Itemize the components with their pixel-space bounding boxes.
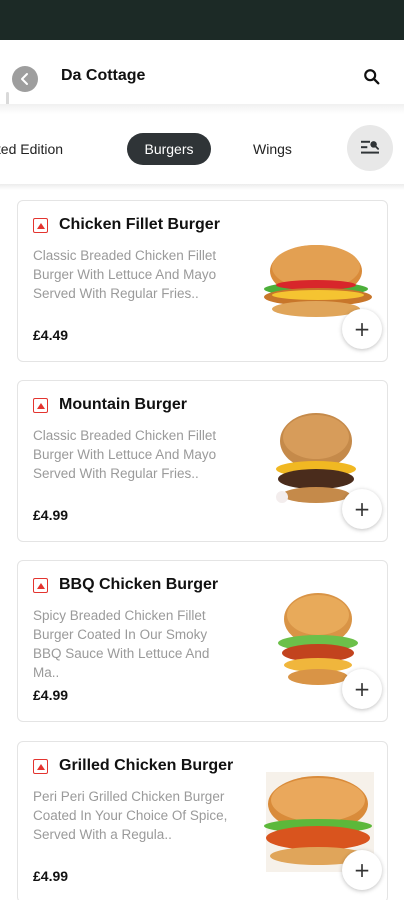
item-price: £4.49 xyxy=(33,327,69,343)
header-divider xyxy=(0,104,404,114)
item-description: Classic Breaded Chicken Fillet Burger Wi… xyxy=(33,428,217,481)
add-item-button[interactable]: + xyxy=(342,850,382,890)
item-name: BBQ Chicken Burger xyxy=(59,576,219,593)
page-title: Da Cottage xyxy=(61,67,146,84)
category-tabs: nited Edition Burgers Wings xyxy=(0,114,404,186)
add-item-button[interactable]: + xyxy=(342,309,382,349)
header: Da Cottage xyxy=(0,40,404,112)
item-name: Chicken Fillet Burger xyxy=(59,216,220,233)
item-price: £4.99 xyxy=(33,507,69,523)
tab-wings[interactable]: Wings xyxy=(253,133,292,165)
menu-item-card[interactable]: BBQ Chicken Burger Spicy Breaded Chicken… xyxy=(17,560,388,722)
menu-list-button[interactable] xyxy=(347,125,393,171)
item-name: Mountain Burger xyxy=(59,396,187,413)
non-veg-icon xyxy=(33,578,48,593)
menu-search-icon xyxy=(361,140,379,154)
menu-item-card[interactable]: Mountain Burger Classic Breaded Chicken … xyxy=(17,380,388,542)
back-button[interactable] xyxy=(12,66,38,92)
search-button[interactable] xyxy=(361,66,383,88)
non-veg-icon xyxy=(33,398,48,413)
tabs-divider xyxy=(0,184,404,190)
add-item-button[interactable]: + xyxy=(342,489,382,529)
status-bar xyxy=(0,0,404,40)
item-description: Classic Breaded Chicken Fillet Burger Wi… xyxy=(33,248,217,301)
item-name: Grilled Chicken Burger xyxy=(59,757,234,774)
tab-limited-edition[interactable]: nited Edition xyxy=(0,133,63,165)
menu-item-card[interactable]: Grilled Chicken Burger Peri Peri Grilled… xyxy=(17,741,388,900)
item-price: £4.99 xyxy=(33,687,69,703)
chevron-left-icon xyxy=(21,73,28,85)
item-description: Peri Peri Grilled Chicken Burger Coated … xyxy=(33,789,228,842)
non-veg-icon xyxy=(33,759,48,774)
menu-item-card[interactable]: Chicken Fillet Burger Classic Breaded Ch… xyxy=(17,200,388,362)
tab-burgers[interactable]: Burgers xyxy=(127,133,211,165)
non-veg-icon xyxy=(33,218,48,233)
add-item-button[interactable]: + xyxy=(342,669,382,709)
item-description: Spicy Breaded Chicken Fillet Burger Coat… xyxy=(33,608,210,680)
item-price: £4.99 xyxy=(33,868,69,884)
search-icon xyxy=(364,69,380,85)
